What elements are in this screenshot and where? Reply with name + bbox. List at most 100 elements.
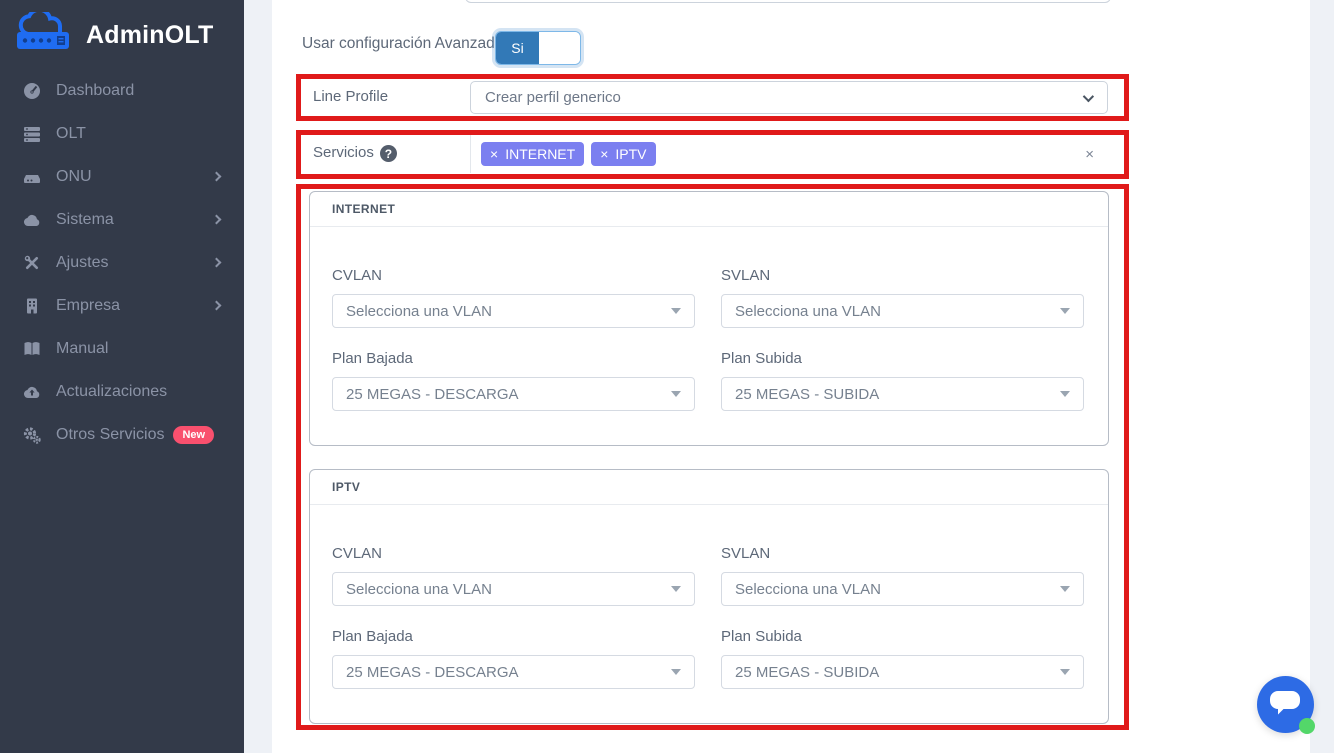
sidebar-item-empresa[interactable]: Empresa [0,284,244,327]
line-profile-select[interactable]: Crear perfil generico [470,81,1108,114]
sidebar-item-onu[interactable]: ONU [0,155,244,198]
sidebar-item-label: Actualizaciones [56,383,167,401]
sidebar-item-otros-servicios[interactable]: Otros Servicios New [0,413,244,456]
triangle-down-icon [1060,308,1070,314]
building-icon [20,296,44,316]
brand[interactable]: AdminOLT [14,12,214,59]
tag-internet: × INTERNET [481,142,584,166]
field-label: SVLAN [721,267,1084,284]
internet-panel: INTERNET CVLAN Selecciona una VLAN SVLAN… [309,191,1109,446]
sidebar-item-label: OLT [56,125,86,143]
sidebar-item-olt[interactable]: OLT [0,112,244,155]
select-placeholder: Selecciona una VLAN [735,581,881,598]
advanced-config-toggle[interactable]: Si [495,31,581,65]
sidebar-item-label: Empresa [56,297,120,315]
select-placeholder: Selecciona una VLAN [346,303,492,320]
field-plan-subida: Plan Subida 25 MEGAS - SUBIDA [721,628,1084,689]
device-icon [20,167,44,187]
sidebar-nav: Dashboard OLT ONU Sistema Ajus [0,69,244,456]
chat-widget-button[interactable] [1257,676,1314,733]
line-profile-selected-value: Crear perfil generico [485,89,621,106]
line-profile-control: Crear perfil generico [470,79,1108,116]
select-value: 25 MEGAS - DESCARGA [346,664,519,681]
sidebar-item-label: ONU [56,168,92,186]
field-plan-subida: Plan Subida 25 MEGAS - SUBIDA [721,350,1084,411]
sidebar-item-label: Manual [56,340,108,358]
field-svlan: SVLAN Selecciona una VLAN [721,267,1084,328]
sidebar-item-sistema[interactable]: Sistema [0,198,244,241]
adminolt-logo-icon [14,12,78,59]
clear-all-icon[interactable]: × [1085,146,1094,163]
sidebar-item-label: Sistema [56,211,114,229]
triangle-down-icon [671,308,681,314]
triangle-down-icon [671,586,681,592]
content-card: Usar configuración Avanzada Si Line Prof… [272,0,1310,753]
server-stack-icon [20,124,44,144]
field-plan-bajada: Plan Bajada 25 MEGAS - DESCARGA [332,628,695,689]
new-badge: New [173,426,214,444]
sidebar-item-manual[interactable]: Manual [0,327,244,370]
triangle-down-icon [671,391,681,397]
servicios-control: × INTERNET × IPTV × [470,135,1108,174]
tag-label: IPTV [615,146,646,162]
gears-icon [20,425,44,445]
chevron-right-icon [212,172,222,182]
chevron-down-icon [1083,90,1094,101]
tools-icon [20,253,44,273]
plan-subida-select[interactable]: 25 MEGAS - SUBIDA [721,655,1084,689]
cvlan-select[interactable]: Selecciona una VLAN [332,572,695,606]
top-cropped-input[interactable] [465,0,1111,3]
panel-title: IPTV [310,470,1108,505]
tag-label: INTERNET [505,146,575,162]
field-plan-bajada: Plan Bajada 25 MEGAS - DESCARGA [332,350,695,411]
select-placeholder: Selecciona una VLAN [735,303,881,320]
online-status-dot [1299,718,1315,734]
brand-name: AdminOLT [86,21,214,50]
field-cvlan: CVLAN Selecciona una VLAN [332,545,695,606]
sidebar-item-actualizaciones[interactable]: Actualizaciones [0,370,244,413]
select-placeholder: Selecciona una VLAN [346,581,492,598]
chevron-right-icon [212,215,222,225]
field-label: Plan Subida [721,628,1084,645]
sidebar-item-ajustes[interactable]: Ajustes [0,241,244,284]
remove-tag-icon[interactable]: × [600,147,608,161]
main-area: Usar configuración Avanzada Si Line Prof… [244,0,1334,753]
remove-tag-icon[interactable]: × [490,147,498,161]
line-profile-highlight-box: Line Profile Crear perfil generico [296,74,1129,121]
field-svlan: SVLAN Selecciona una VLAN [721,545,1084,606]
field-label: SVLAN [721,545,1084,562]
cloud-icon [20,210,44,230]
field-cvlan: CVLAN Selecciona una VLAN [332,267,695,328]
panel-title: INTERNET [310,192,1108,227]
triangle-down-icon [1060,391,1070,397]
toggle-on-segment: Si [496,32,539,64]
plan-bajada-select[interactable]: 25 MEGAS - DESCARGA [332,655,695,689]
sidebar-item-label: Otros Servicios [56,426,164,444]
sidebar-item-label: Ajustes [56,254,108,272]
chevron-right-icon [212,301,222,311]
sidebar-item-dashboard[interactable]: Dashboard [0,69,244,112]
field-label: Plan Bajada [332,350,695,367]
chevron-right-icon [212,258,222,268]
cvlan-select[interactable]: Selecciona una VLAN [332,294,695,328]
servicios-highlight-box: Servicios ? × INTERNET × IPTV × [296,130,1129,179]
select-value: 25 MEGAS - SUBIDA [735,386,879,403]
line-profile-label: Line Profile [301,79,470,116]
servicios-multiselect[interactable]: × INTERNET × IPTV × [470,135,1108,173]
plan-subida-select[interactable]: 25 MEGAS - SUBIDA [721,377,1084,411]
advanced-config-label: Usar configuración Avanzada [302,35,503,53]
field-label: Plan Subida [721,350,1084,367]
iptv-panel: IPTV CVLAN Selecciona una VLAN SVLAN Sel… [309,469,1109,724]
help-icon[interactable]: ? [380,145,397,162]
svlan-select[interactable]: Selecciona una VLAN [721,572,1084,606]
field-label: CVLAN [332,267,695,284]
service-panels-highlight-box: INTERNET CVLAN Selecciona una VLAN SVLAN… [296,184,1129,730]
cloud-upload-icon [20,382,44,402]
tag-iptv: × IPTV [591,142,655,166]
triangle-down-icon [1060,669,1070,675]
panel-body: CVLAN Selecciona una VLAN SVLAN Seleccio… [310,227,1108,411]
sidebar-item-label: Dashboard [56,82,134,100]
servicios-label: Servicios ? [301,135,470,174]
plan-bajada-select[interactable]: 25 MEGAS - DESCARGA [332,377,695,411]
svlan-select[interactable]: Selecciona una VLAN [721,294,1084,328]
